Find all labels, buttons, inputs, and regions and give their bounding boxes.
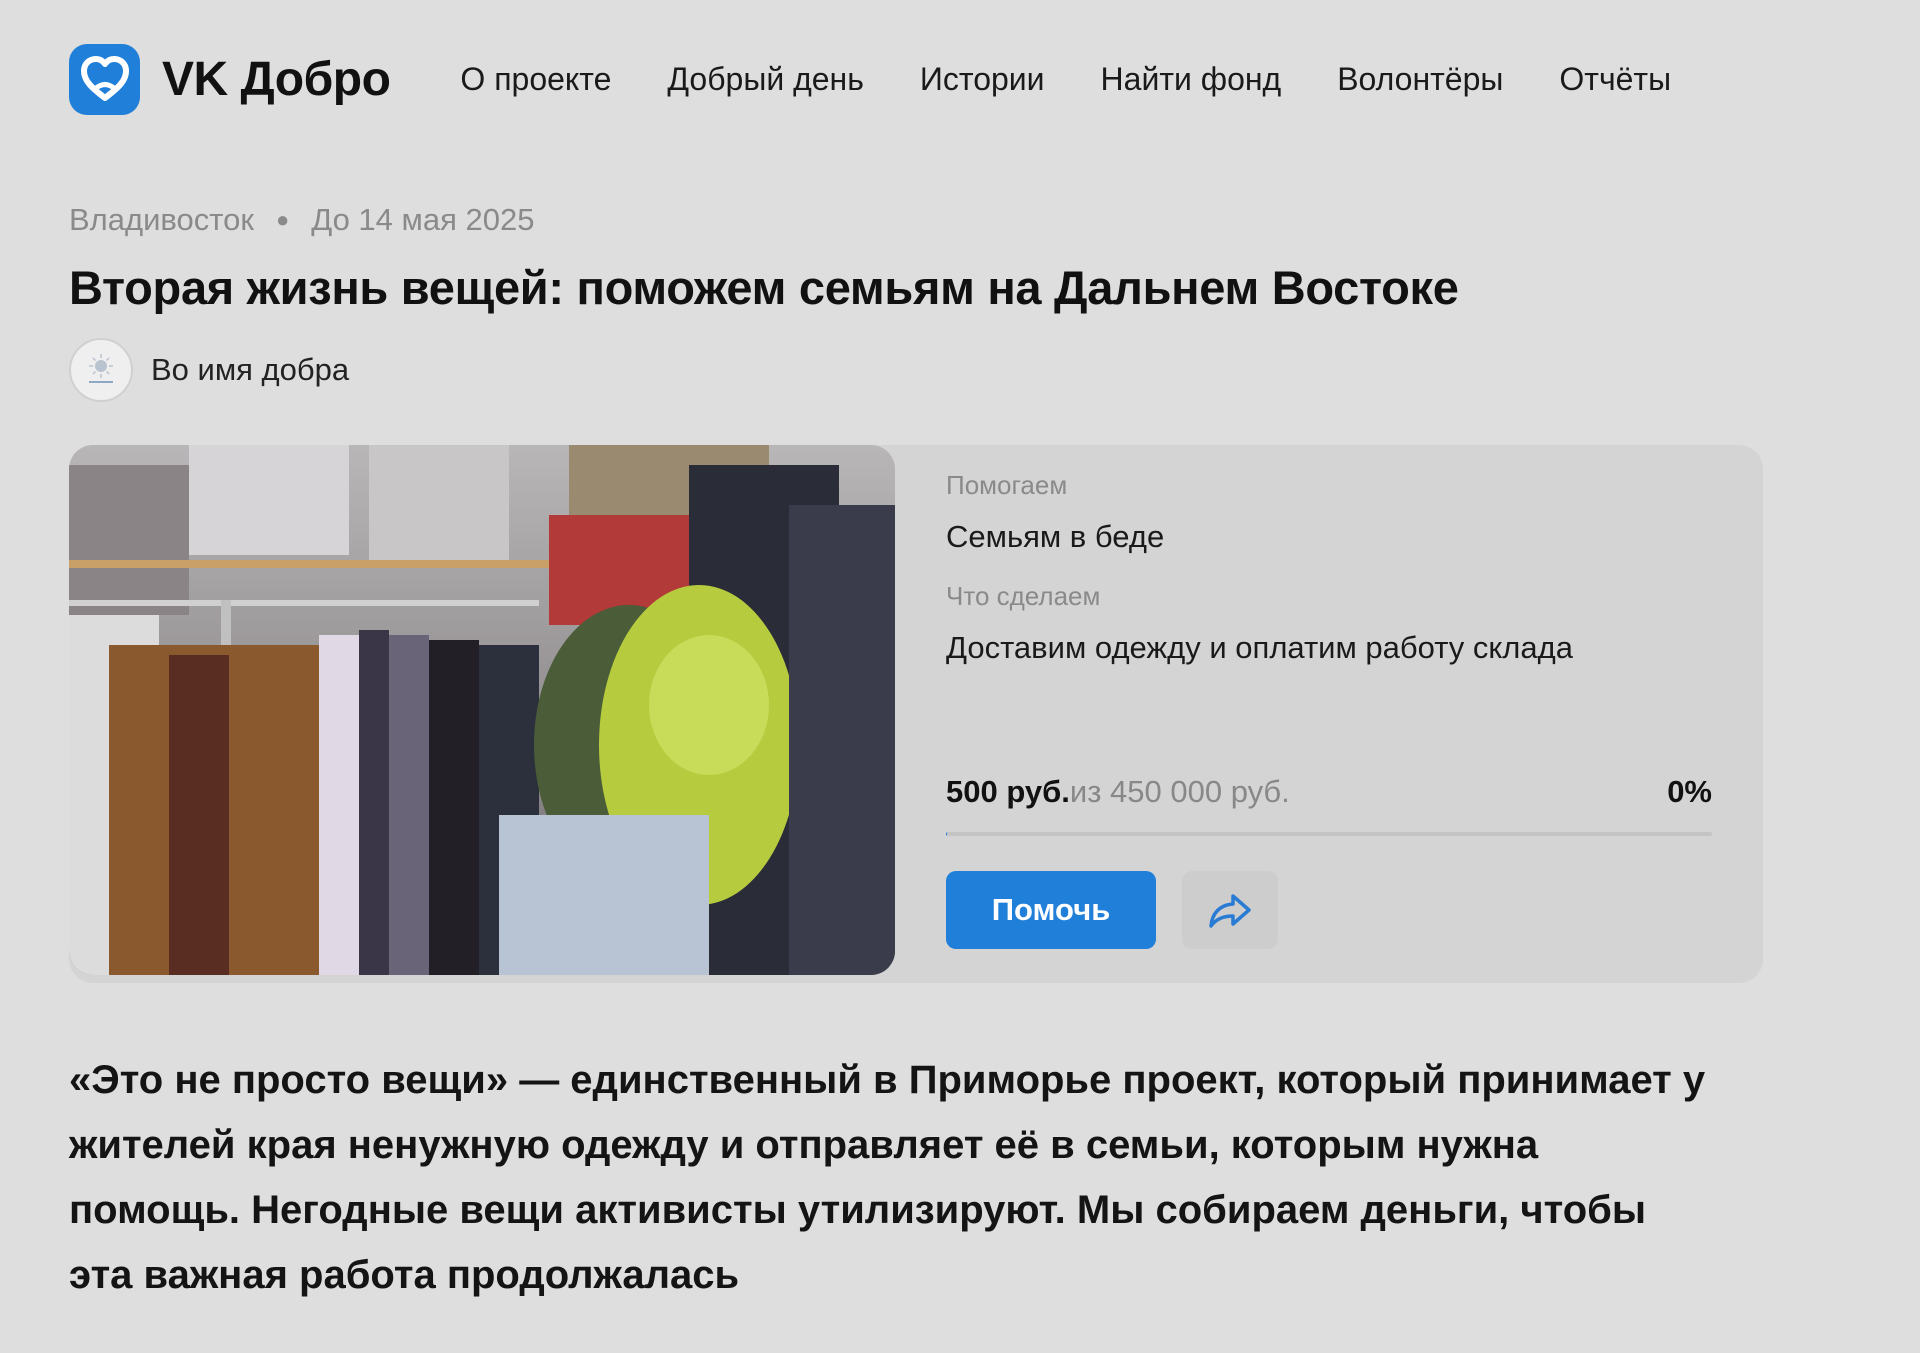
heart-logo-icon (69, 43, 140, 115)
progress-bar-fill (946, 832, 947, 836)
organization[interactable]: Во имя добра (69, 338, 349, 402)
share-button[interactable] (1182, 871, 1278, 949)
help-button[interactable]: Помочь (946, 871, 1156, 949)
fundraiser-info: Помогаем Семьям в беде Что сделаем Доста… (946, 470, 1712, 666)
card-actions: Помочь (946, 871, 1278, 949)
org-avatar (69, 338, 133, 402)
nav-item-volunteers[interactable]: Волонтёры (1337, 61, 1503, 98)
amounts: 500 руб.из 450 000 руб. 0% (946, 774, 1712, 810)
main-nav: О проекте Добрый день Истории Найти фонд… (460, 61, 1727, 98)
fundraiser-meta: Владивосток ● До 14 мая 2025 (69, 202, 534, 238)
help-label: Помогаем (946, 470, 1068, 500)
deadline: До 14 мая 2025 (311, 202, 535, 237)
goal-amount: из 450 000 руб. (1069, 774, 1290, 809)
raised-amount: 500 руб. (946, 774, 1070, 809)
progress-bar (946, 832, 1712, 836)
nav-item-find-fund[interactable]: Найти фонд (1101, 61, 1282, 98)
nav-item-stories[interactable]: Истории (920, 61, 1045, 98)
fundraising-progress: 500 руб.из 450 000 руб. 0% (946, 774, 1712, 836)
nav-item-about[interactable]: О проекте (460, 61, 611, 98)
nav-item-good-day[interactable]: Добрый день (667, 61, 864, 98)
fundraiser-photo (69, 445, 895, 975)
page: VK Добро О проекте Добрый день Истории Н… (0, 0, 1920, 1353)
progress-percent: 0% (1667, 774, 1712, 809)
logo[interactable]: VK Добро (69, 43, 391, 115)
city: Владивосток (69, 202, 254, 237)
logo-text: VK Добро (162, 52, 391, 106)
do-value: Доставим одежду и оплатим работу склада (946, 630, 1573, 665)
do-label: Что сделаем (946, 581, 1101, 611)
project-lead: «Это не просто вещи» — единственный в Пр… (69, 1058, 1706, 1297)
page-title: Вторая жизнь вещей: поможем семьям на Да… (69, 261, 1459, 314)
help-value: Семьям в беде (946, 519, 1165, 554)
header: VK Добро О проекте Добрый день Истории Н… (69, 40, 1727, 118)
org-name: Во имя добра (151, 352, 350, 387)
separator-dot: ● (275, 207, 290, 232)
share-arrow-icon (1209, 894, 1251, 928)
nav-item-reports[interactable]: Отчёты (1559, 61, 1671, 98)
